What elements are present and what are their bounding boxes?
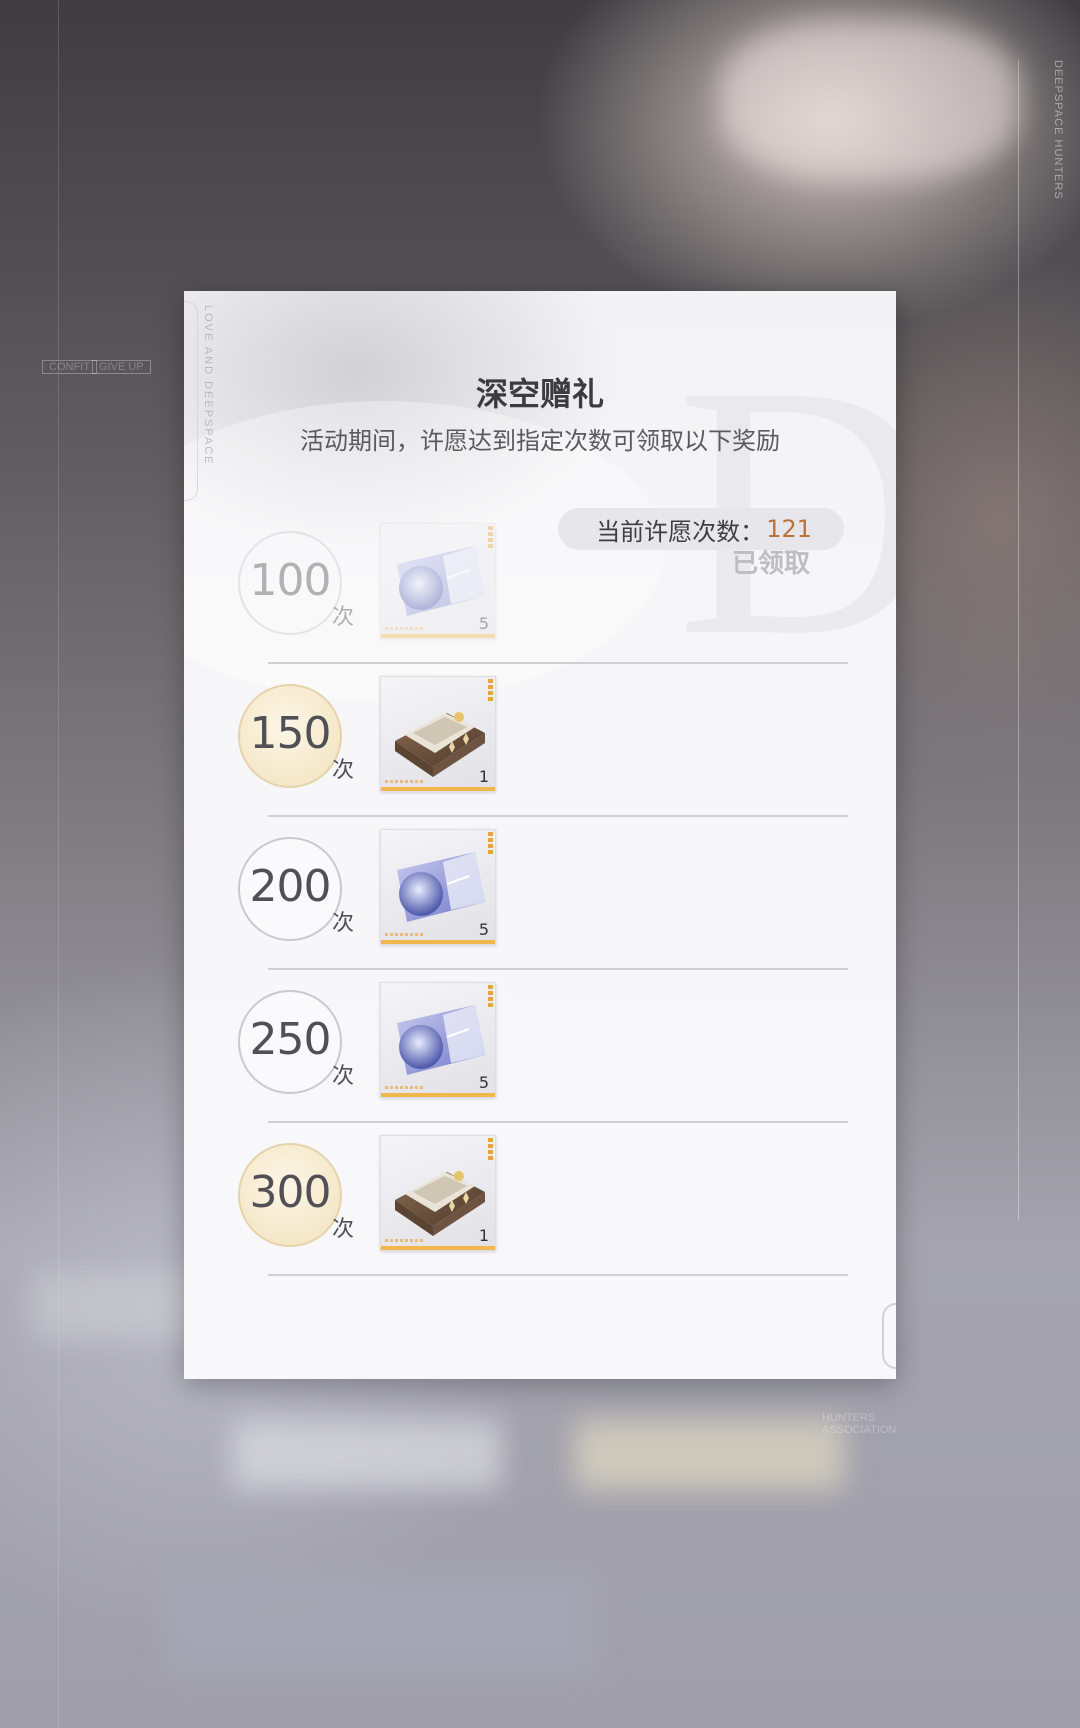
ticket-icon [397,546,485,616]
reward-item[interactable]: 1 [380,676,496,792]
ticket-icon [397,852,485,922]
threshold-unit: 次 [332,1064,355,1089]
item-quantity: 1 [478,767,489,786]
gift-dialog: D LOVE AND DEEPSPACE 深空赠礼 活动期间，许愿达到指定次数可… [184,291,896,1379]
reward-row: 100 次 5 已领取 [184,511,896,664]
threshold-unit: 次 [332,911,355,936]
threshold-value: 250 [249,1014,332,1065]
item-quantity: 5 [478,920,489,939]
claimed-status: 已领取 [731,549,810,579]
ticket-icon [397,1005,485,1075]
box-icon [395,1171,485,1236]
item-tag [385,1239,425,1242]
rarity-stars [488,679,493,701]
rarity-bar [381,940,495,944]
rarity-bar [381,634,495,638]
rarity-stars [488,1138,493,1160]
item-tag [385,780,425,783]
background-tag-2: GIVE UP [92,360,151,374]
dialog-corner-decor-bottom [882,1303,896,1369]
rarity-bar [381,787,495,791]
threshold-unit: 次 [332,605,355,630]
background-glow-top-right [720,20,1020,180]
reward-row: 300 次 1 [184,1123,896,1276]
dialog-subtitle: 活动期间，许愿达到指定次数可领取以下奖励 [300,427,780,455]
row-divider [268,1274,848,1276]
background-line-left [58,0,59,1728]
item-tag [385,1086,425,1089]
threshold-unit: 次 [332,1217,355,1242]
item-tag [385,933,425,936]
reward-item[interactable]: 5 [380,982,496,1098]
threshold-unit: 次 [332,758,355,783]
threshold-value: 200 [249,861,332,912]
background-panel-bottom [160,1570,600,1680]
background-association-label: HUNTERS ASSOCIATION [822,1412,897,1436]
threshold-value: 150 [249,708,332,759]
reward-row: 150 次 1 [184,664,896,817]
background-brand-label: DEEPSPACE HUNTERS [1052,60,1064,200]
background-button-right [574,1420,844,1490]
rarity-bar [381,1246,495,1250]
rarity-stars [488,985,493,1007]
threshold-value: 100 [249,555,332,606]
background-tag-1: CONFIT [42,360,97,374]
reward-row: 200 次 5 [184,817,896,970]
threshold-value: 300 [249,1167,332,1218]
item-tag [385,627,425,630]
reward-item[interactable]: 1 [380,1135,496,1251]
item-quantity: 1 [478,1226,489,1245]
background-button-left [232,1420,502,1490]
dialog-title: 深空赠礼 [475,375,604,413]
reward-item[interactable]: 5 [380,523,496,639]
rarity-stars [488,832,493,854]
box-icon [395,712,485,777]
item-quantity: 5 [478,614,489,633]
item-quantity: 5 [478,1073,489,1092]
reward-row: 250 次 5 [184,970,896,1123]
background-line-right [1018,60,1019,1220]
reward-item[interactable]: 5 [380,829,496,945]
rarity-stars [488,526,493,548]
rarity-bar [381,1093,495,1097]
